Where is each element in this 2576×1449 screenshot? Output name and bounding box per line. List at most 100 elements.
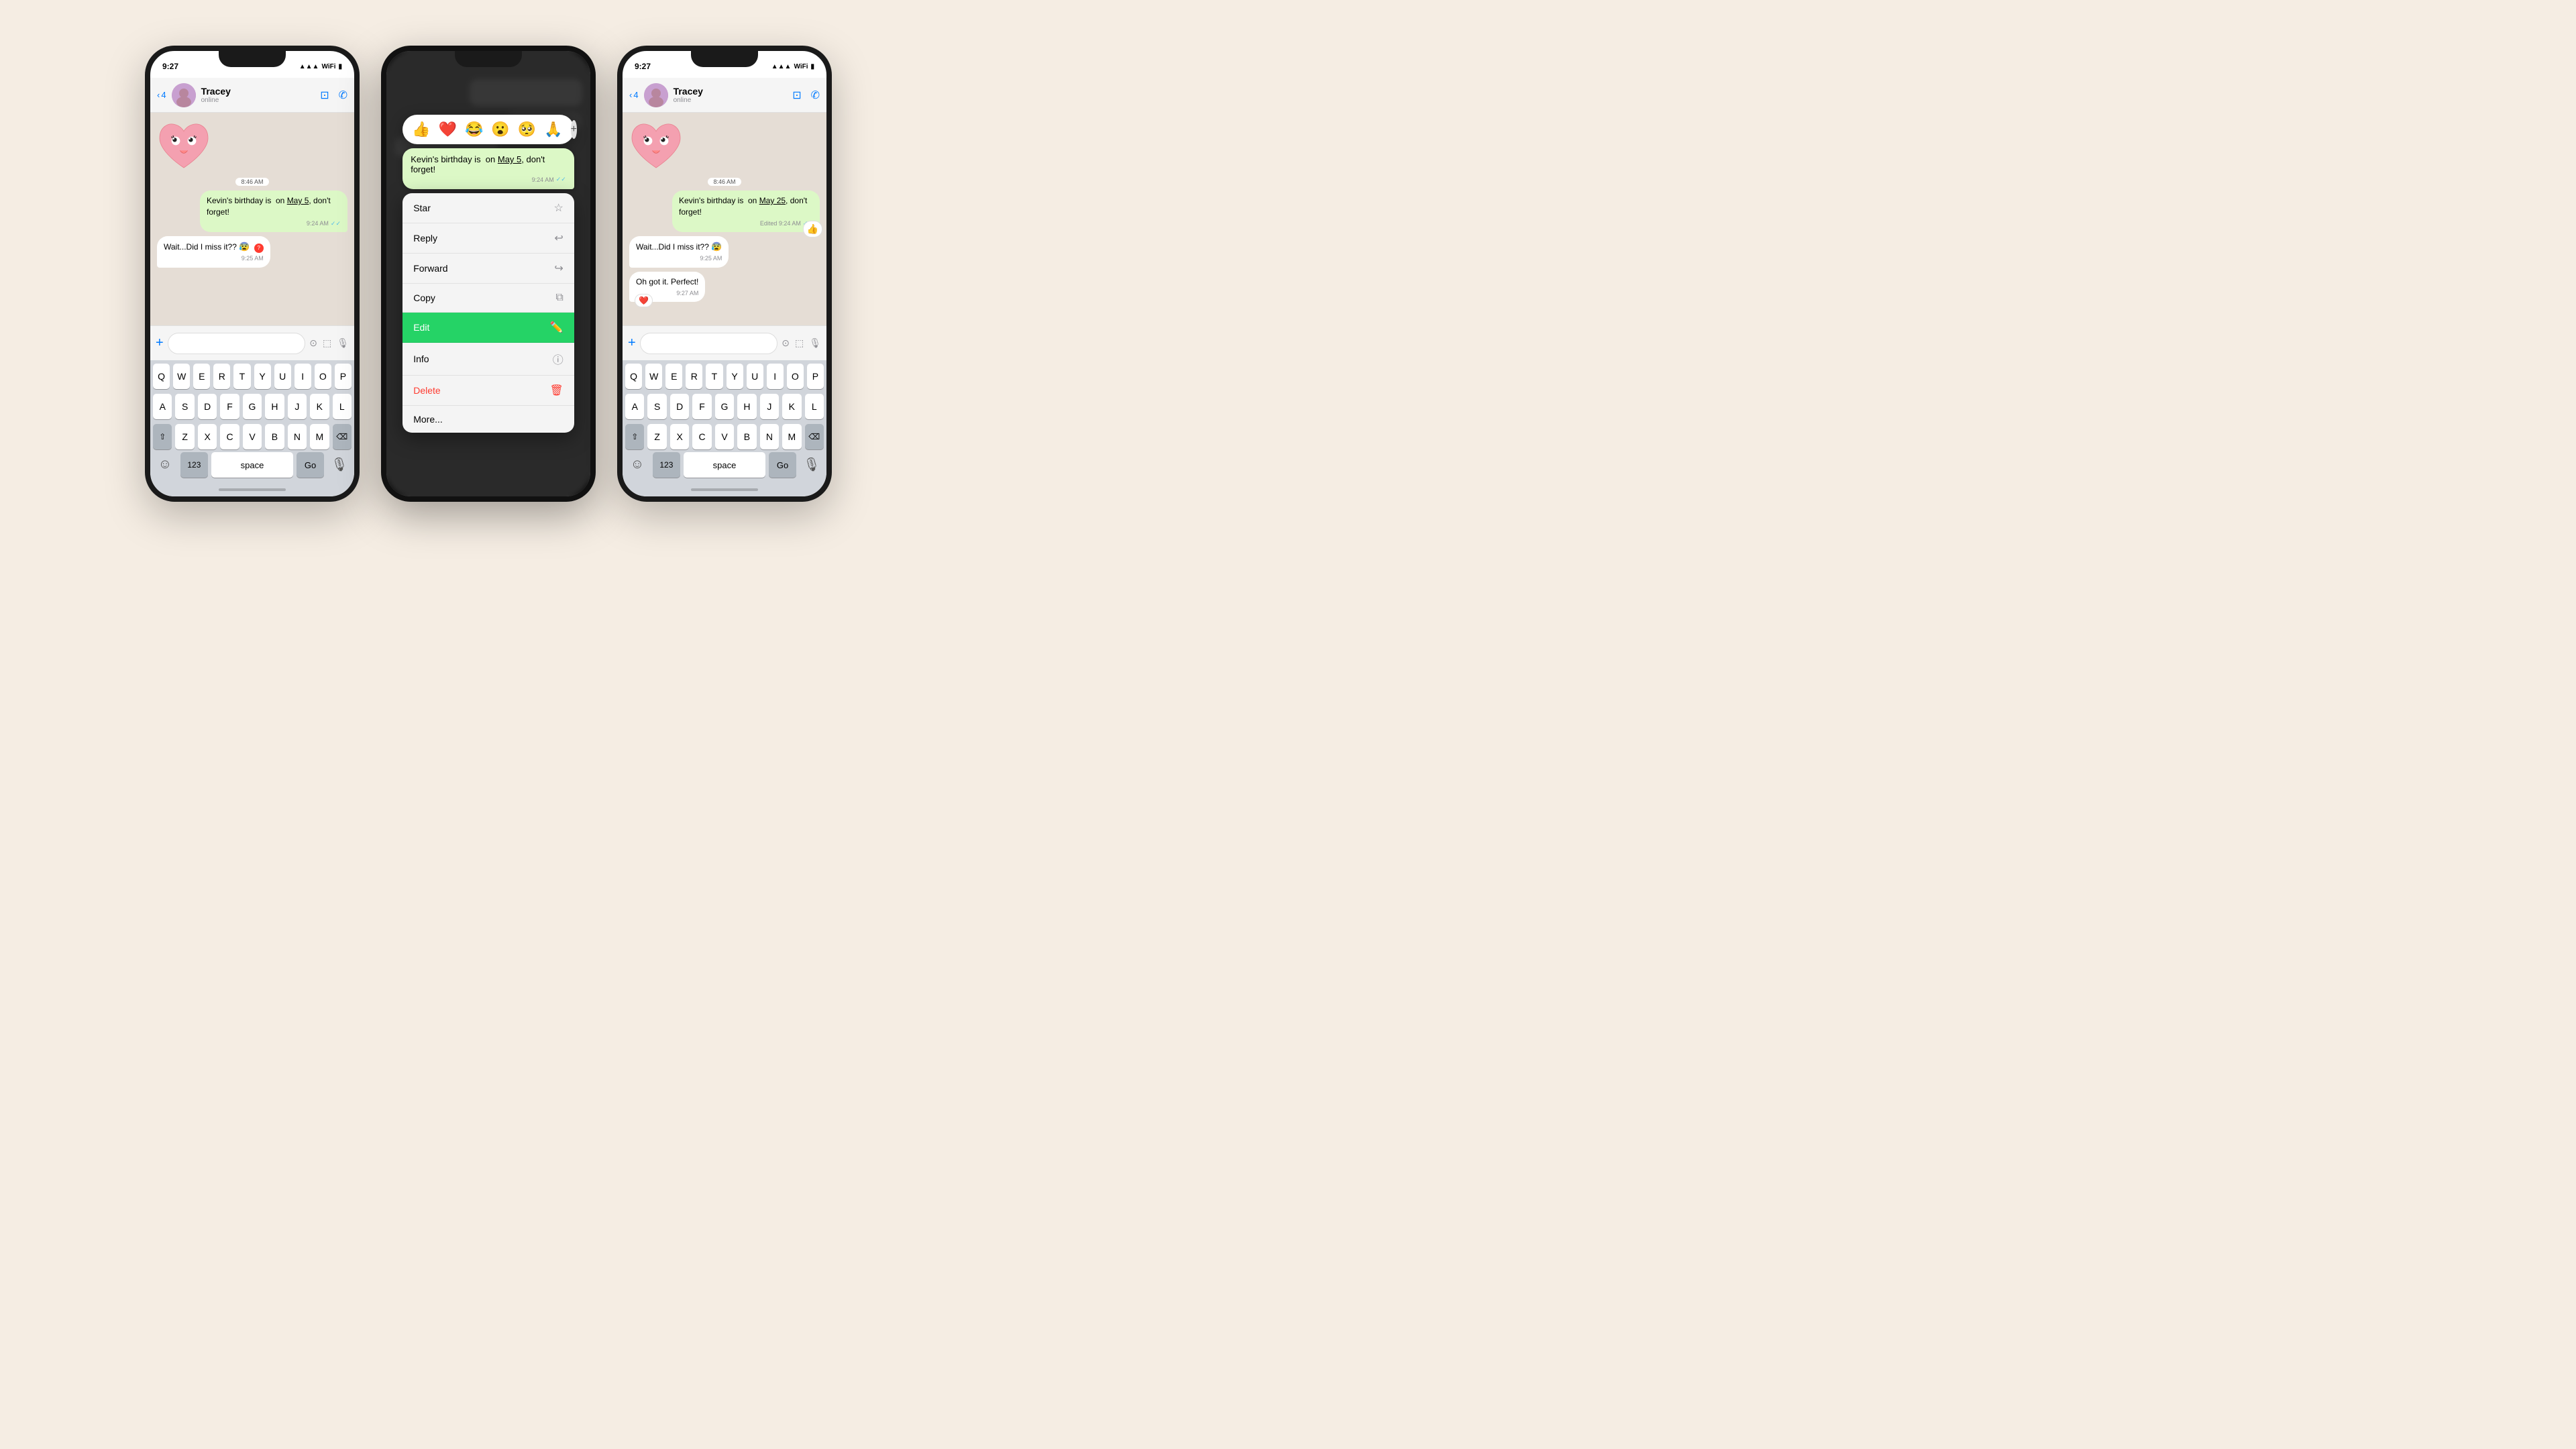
camera-btn-1[interactable]: ⬚	[323, 337, 331, 349]
key-delete-3[interactable]: ⌫	[805, 424, 824, 449]
key-n-3[interactable]: N	[760, 424, 779, 449]
context-edit[interactable]: Edit ✏️	[402, 313, 574, 343]
key-t-1[interactable]: T	[233, 364, 250, 389]
message-input-3[interactable]	[640, 333, 778, 354]
key-s-1[interactable]: S	[175, 394, 194, 419]
key-x-3[interactable]: X	[670, 424, 689, 449]
key-q-1[interactable]: Q	[153, 364, 170, 389]
video-icon-3[interactable]: ⊡	[792, 89, 801, 102]
key-v-3[interactable]: V	[715, 424, 734, 449]
home-bar-3	[623, 483, 826, 496]
key-w-1[interactable]: W	[173, 364, 190, 389]
key-z-3[interactable]: Z	[647, 424, 666, 449]
context-more[interactable]: More...	[402, 406, 574, 433]
key-g-3[interactable]: G	[715, 394, 734, 419]
phone-icon-3[interactable]: ✆	[811, 89, 820, 102]
key-b-1[interactable]: B	[265, 424, 284, 449]
key-i-1[interactable]: I	[294, 364, 311, 389]
key-delete-1[interactable]: ⌫	[333, 424, 352, 449]
key-space-1[interactable]: space	[211, 452, 293, 478]
key-h-3[interactable]: H	[737, 394, 756, 419]
key-o-1[interactable]: O	[315, 364, 331, 389]
key-g-1[interactable]: G	[243, 394, 262, 419]
reaction-thumbs-1[interactable]: 👍	[412, 121, 430, 138]
key-r-1[interactable]: R	[213, 364, 230, 389]
key-l-3[interactable]: L	[805, 394, 824, 419]
sticker-container-1	[157, 119, 347, 173]
key-d-3[interactable]: D	[670, 394, 689, 419]
key-p-3[interactable]: P	[807, 364, 824, 389]
key-space-3[interactable]: space	[684, 452, 765, 478]
key-a-3[interactable]: A	[625, 394, 644, 419]
reaction-pray-1[interactable]: 🙏	[544, 121, 562, 138]
plus-button-1[interactable]: +	[156, 335, 164, 351]
key-f-1[interactable]: F	[220, 394, 239, 419]
key-i-3[interactable]: I	[767, 364, 784, 389]
key-u-3[interactable]: U	[747, 364, 763, 389]
context-copy[interactable]: Copy ⧉	[402, 284, 574, 313]
context-info[interactable]: Info ⓘ	[402, 343, 574, 376]
phone-icon[interactable]: ✆	[339, 89, 347, 102]
key-f-3[interactable]: F	[692, 394, 711, 419]
emoji-plus-btn[interactable]: +	[571, 120, 577, 139]
home-bar-line-3	[691, 488, 758, 491]
back-button-1[interactable]: ‹ 4	[157, 90, 166, 100]
context-star[interactable]: Star ☆	[402, 193, 574, 223]
context-reply[interactable]: Reply ↩	[402, 223, 574, 254]
key-b-3[interactable]: B	[737, 424, 756, 449]
mic-key-3[interactable]: 🎙	[800, 452, 824, 476]
key-a-1[interactable]: A	[153, 394, 172, 419]
key-go-3[interactable]: Go	[769, 452, 796, 478]
key-c-1[interactable]: C	[220, 424, 239, 449]
key-v-1[interactable]: V	[243, 424, 262, 449]
key-y-3[interactable]: Y	[727, 364, 743, 389]
plus-button-3[interactable]: +	[628, 335, 636, 351]
key-r-3[interactable]: R	[686, 364, 702, 389]
key-j-1[interactable]: J	[288, 394, 307, 419]
key-l-1[interactable]: L	[333, 394, 352, 419]
key-n-1[interactable]: N	[288, 424, 307, 449]
back-button-3[interactable]: ‹ 4	[629, 90, 639, 100]
key-k-3[interactable]: K	[782, 394, 801, 419]
key-q-3[interactable]: Q	[625, 364, 642, 389]
key-u-1[interactable]: U	[274, 364, 291, 389]
key-go-1[interactable]: Go	[297, 452, 324, 478]
key-shift-3[interactable]: ⇧	[625, 424, 644, 449]
emoji-key-1[interactable]: ☺	[153, 452, 177, 476]
key-j-3[interactable]: J	[760, 394, 779, 419]
key-e-1[interactable]: E	[193, 364, 210, 389]
context-delete[interactable]: Delete 🗑	[402, 376, 574, 406]
key-123-1[interactable]: 123	[180, 452, 208, 478]
key-o-3[interactable]: O	[787, 364, 804, 389]
key-123-3[interactable]: 123	[653, 452, 680, 478]
mic-btn-1[interactable]: 🎙	[337, 337, 349, 349]
emoji-key-3[interactable]: ☺	[625, 452, 649, 476]
key-w-3[interactable]: W	[645, 364, 662, 389]
mic-btn-3[interactable]: 🎙	[809, 337, 821, 349]
message-input-1[interactable]	[168, 333, 306, 354]
key-z-1[interactable]: Z	[175, 424, 194, 449]
video-icon[interactable]: ⊡	[320, 89, 329, 102]
key-x-1[interactable]: X	[198, 424, 217, 449]
reaction-laugh-1[interactable]: 😂	[465, 121, 483, 138]
key-k-1[interactable]: K	[310, 394, 329, 419]
key-e-3[interactable]: E	[665, 364, 682, 389]
key-y-1[interactable]: Y	[254, 364, 271, 389]
key-t-3[interactable]: T	[706, 364, 722, 389]
reaction-wow-1[interactable]: 😮	[491, 121, 509, 138]
mic-key-1[interactable]: 🎙	[327, 452, 352, 476]
context-forward[interactable]: Forward ↪	[402, 254, 574, 284]
camera-btn-3[interactable]: ⬚	[795, 337, 804, 349]
key-s-3[interactable]: S	[647, 394, 666, 419]
key-h-1[interactable]: H	[265, 394, 284, 419]
key-c-3[interactable]: C	[692, 424, 711, 449]
reaction-cry-1[interactable]: 🥺	[518, 121, 536, 138]
key-m-3[interactable]: M	[782, 424, 801, 449]
reaction-heart-1[interactable]: ❤️	[439, 121, 457, 138]
sticker-btn-3[interactable]: ⊙	[782, 337, 790, 349]
sticker-btn-1[interactable]: ⊙	[309, 337, 317, 349]
key-shift-1[interactable]: ⇧	[153, 424, 172, 449]
key-d-1[interactable]: D	[198, 394, 217, 419]
key-m-1[interactable]: M	[310, 424, 329, 449]
key-p-1[interactable]: P	[335, 364, 352, 389]
